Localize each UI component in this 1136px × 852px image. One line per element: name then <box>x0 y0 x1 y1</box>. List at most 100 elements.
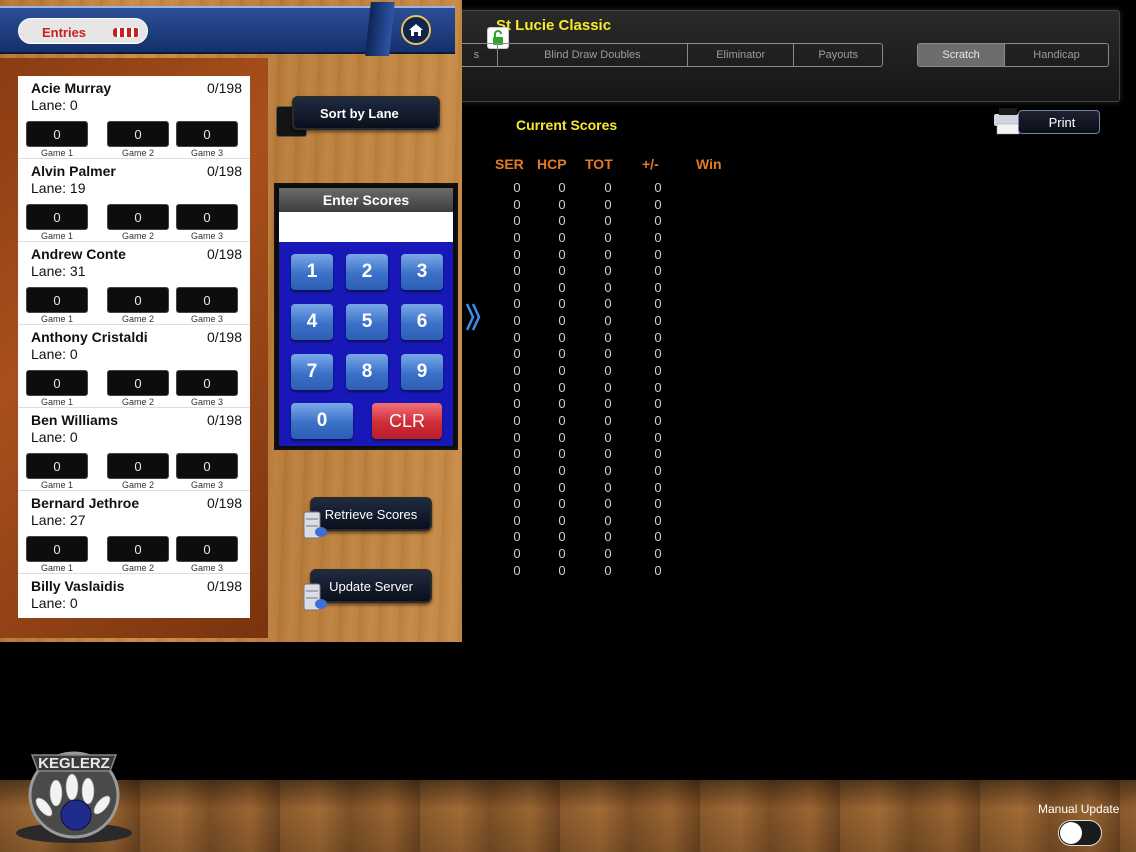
game-3-score[interactable]: 0 <box>176 453 238 479</box>
score-cell: 0 <box>558 496 566 512</box>
game-2-score[interactable]: 0 <box>107 453 169 479</box>
score-cell: 0 <box>558 529 566 545</box>
score-cell: 0 <box>654 296 662 312</box>
score-cell: 0 <box>513 479 521 495</box>
score-cell: 0 <box>513 562 521 575</box>
game-1-label: Game 1 <box>40 563 73 573</box>
col-plus-minus: +/- <box>642 156 659 172</box>
bowler-lane: Lane: 31 <box>31 263 86 279</box>
entry-row[interactable]: Ben Williams 0/198 Lane: 0 0 Game 1 0 Game 20G… <box>18 408 250 491</box>
score-cell: 0 <box>558 562 566 575</box>
score-cell: 0 <box>513 246 521 262</box>
game-2-score[interactable]: 0 <box>107 121 169 147</box>
col-tot: TOT <box>585 156 613 172</box>
score-cell: 0 <box>513 363 521 379</box>
game-1-score[interactable]: 0 <box>26 287 88 313</box>
key-0[interactable]: 0 <box>291 403 353 439</box>
entry-row[interactable]: Bernard Jethroe 0/198 Lane: 27 0 Game 1 0 Game… <box>18 491 250 574</box>
game-3-score[interactable]: 0 <box>176 536 238 562</box>
game-2-score[interactable]: 0 <box>107 370 169 396</box>
game-2-score[interactable]: 0 <box>107 536 169 562</box>
score-cell: 0 <box>513 296 521 312</box>
key-2[interactable]: 2 <box>346 254 388 290</box>
score-cell: 0 <box>654 346 662 362</box>
key-3[interactable]: 3 <box>401 254 443 290</box>
update-server-button[interactable]: Update Server <box>310 569 432 603</box>
key-8[interactable]: 8 <box>346 354 388 390</box>
game-1-score[interactable]: 0 <box>26 453 88 479</box>
score-cell: 0 <box>513 496 521 512</box>
key-1[interactable]: 1 <box>291 254 333 290</box>
key-6[interactable]: 6 <box>401 304 443 340</box>
score-cell: 0 <box>604 496 612 512</box>
score-cell: 0 <box>558 180 566 195</box>
game-3-score[interactable]: 0 <box>176 204 238 230</box>
key-9[interactable]: 9 <box>401 354 443 390</box>
key-5[interactable]: 5 <box>346 304 388 340</box>
bowler-lane: Lane: 27 <box>31 512 86 528</box>
score-cell: 0 <box>604 546 612 562</box>
score-cell: 0 <box>604 512 612 528</box>
score-cell: 0 <box>558 512 566 528</box>
game-3-score[interactable]: 0 <box>176 370 238 396</box>
score-cell: 0 <box>654 562 662 575</box>
server-icon <box>303 511 327 539</box>
home-icon <box>409 24 423 36</box>
bowler-name: Anthony Cristaldi <box>31 329 148 345</box>
score-cell: 0 <box>604 479 612 495</box>
keypad-title: Enter Scores <box>279 188 453 212</box>
game-1-score[interactable]: 0 <box>26 536 88 562</box>
sort-by-lane-button[interactable]: Sort by Lane <box>292 96 440 130</box>
game-1-label: Game 1 <box>40 480 73 490</box>
entries-list[interactable]: Acie Murray 0/198 Lane: 0 0 Game 1 0 Game 2 0 Ga… <box>18 76 250 618</box>
score-cell: 0 <box>558 546 566 562</box>
key-4[interactable]: 4 <box>291 304 333 340</box>
score-cell: 0 <box>654 546 662 562</box>
tab-payouts[interactable]: Payouts <box>794 44 882 66</box>
game-3-score[interactable]: 0 <box>176 287 238 313</box>
manual-update-toggle[interactable] <box>1058 820 1102 846</box>
retrieve-scores-button[interactable]: Retrieve Scores <box>310 497 432 531</box>
entries-button[interactable]: Entries <box>18 18 148 44</box>
entry-row[interactable]: Billy Vaslaidis 0/198 Lane: 0 <box>18 574 250 618</box>
tab-eliminator[interactable]: Eliminator <box>688 44 795 66</box>
entry-row[interactable]: Andrew Conte 0/198 Lane: 31 0 Game 1 0 Game 20… <box>18 242 250 325</box>
score-cell: 0 <box>604 213 612 229</box>
entry-row[interactable]: Anthony Cristaldi 0/198 Lane: 0 0 Game 1 0 Gam… <box>18 325 250 408</box>
game-1-score[interactable]: 0 <box>26 204 88 230</box>
score-cell: 0 <box>513 346 521 362</box>
game-1-score[interactable]: 0 <box>26 370 88 396</box>
tab-partial[interactable]: s <box>456 44 498 66</box>
score-cell: 0 <box>558 196 566 212</box>
bowler-name: Andrew Conte <box>31 246 126 262</box>
score-cell: 0 <box>654 479 662 495</box>
score-cell: 0 <box>654 313 662 329</box>
keypad-body: 1 2 3 4 5 6 7 8 9 0 CLR <box>279 242 453 446</box>
entry-row[interactable]: Alvin Palmer 0/198 Lane: 19 0 Game 1 0 Game 20… <box>18 159 250 242</box>
score-cell: 0 <box>558 479 566 495</box>
score-cell: 0 <box>558 429 566 445</box>
game-2-score[interactable]: 0 <box>107 287 169 313</box>
score-cell: 0 <box>558 412 566 428</box>
bowler-lane: Lane: 0 <box>31 346 78 362</box>
print-button[interactable]: Print <box>1018 110 1100 134</box>
scratch-option[interactable]: Scratch <box>918 44 1006 66</box>
keglerz-logo: KEGLERZ <box>16 751 132 843</box>
bowler-name: Ben Williams <box>31 412 119 428</box>
game-2-score[interactable]: 0 <box>107 204 169 230</box>
handicap-option[interactable]: Handicap <box>1005 44 1108 66</box>
score-cell: 0 <box>604 346 612 362</box>
double-chevron-right-icon[interactable] <box>464 300 482 334</box>
game-1-score[interactable]: 0 <box>26 121 88 147</box>
score-cell: 0 <box>654 196 662 212</box>
game-3-score[interactable]: 0 <box>176 121 238 147</box>
key-7[interactable]: 7 <box>291 354 333 390</box>
home-button[interactable] <box>401 15 431 45</box>
tab-blind-draw-doubles[interactable]: Blind Draw Doubles <box>498 44 688 66</box>
entry-row[interactable]: Acie Murray 0/198 Lane: 0 0 Game 1 0 Game 2 0 Ga… <box>18 76 250 159</box>
score-type-toggle: Scratch Handicap <box>917 43 1109 67</box>
score-cell: 0 <box>654 229 662 245</box>
col-ser: SER <box>495 156 524 172</box>
score-keypad: Enter Scores 1 2 3 4 5 6 7 8 9 0 CLR <box>274 183 458 450</box>
clear-key[interactable]: CLR <box>372 403 442 439</box>
